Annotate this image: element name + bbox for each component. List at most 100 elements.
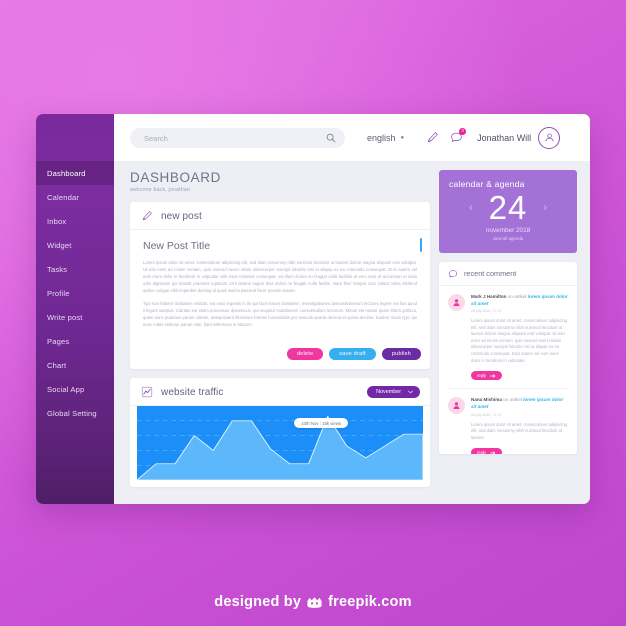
calendar-month-year: november 2018 <box>485 226 531 234</box>
sidebar-item-inbox[interactable]: Inbox <box>36 209 114 233</box>
avatar <box>448 397 465 415</box>
new-post-card: new post New Post Title Lorem ipsum dolo… <box>130 202 430 370</box>
search-box <box>130 128 345 148</box>
message-icon[interactable]: 3 <box>450 128 467 144</box>
arrow-right-icon <box>490 451 496 454</box>
calendar-day-row: ‹ 24 › <box>449 190 567 226</box>
reply-label: reply <box>477 373 487 379</box>
sidebar: Dashboard Calendar Inbox Widget Tasks Pr… <box>36 114 114 504</box>
chevron-down-icon <box>408 390 413 394</box>
sidebar-item-label: Profile <box>47 288 70 298</box>
user-icon <box>545 133 554 142</box>
month-dropdown-value: November <box>376 389 401 396</box>
sidebar-item-global-setting[interactable]: Global Setting <box>36 401 114 425</box>
page-title: DASHBOARD <box>130 170 221 185</box>
sidebar-item-social-app[interactable]: Social App <box>36 377 114 401</box>
publish-button[interactable]: publish <box>381 348 421 361</box>
new-post-card-header: new post <box>130 202 430 230</box>
sidebar-item-calendar[interactable]: Calendar <box>36 185 114 209</box>
message-badge: 3 <box>459 128 467 135</box>
recent-comment-header: recent comment <box>439 262 577 286</box>
scrollbar-thumb[interactable] <box>419 238 422 252</box>
website-traffic-card: website traffic November 10th Nov: 15k … <box>130 378 430 488</box>
pencil-icon <box>142 211 152 221</box>
next-month-icon[interactable]: › <box>543 202 547 214</box>
sidebar-item-label: Chart <box>47 360 67 370</box>
delete-button[interactable]: delete <box>286 348 324 361</box>
content-region: DASHBOARD welcome back, jonathan new pos… <box>114 161 590 504</box>
comment-heading: Nana Mishima on artikel lorem ipsum dolo… <box>471 397 568 411</box>
post-actions: delete save draft publish <box>130 343 430 369</box>
chart-tooltip: 10th Nov : 15k views <box>294 418 348 429</box>
reply-label: reply <box>477 450 487 454</box>
sidebar-item-tasks[interactable]: Tasks <box>36 257 114 281</box>
post-paragraph: Typi non habent claritatem insitam; est … <box>143 301 417 328</box>
footer-text-after: freepik.com <box>328 594 412 610</box>
sidebar-item-dashboard[interactable]: Dashboard <box>36 161 114 185</box>
username-label[interactable]: Jonathan Will <box>477 133 531 143</box>
recent-comment-title: recent comment <box>464 269 517 279</box>
chevron-down-icon: ● <box>400 134 405 141</box>
language-selector[interactable]: english ● <box>367 133 404 143</box>
save-draft-button[interactable]: save draft <box>329 348 376 361</box>
avatar[interactable] <box>538 126 561 149</box>
chart-area-series <box>137 416 423 481</box>
sidebar-item-label: Dashboard <box>47 168 86 178</box>
pencil-icon[interactable] <box>426 131 439 144</box>
page-header: DASHBOARD welcome back, jonathan <box>114 161 430 202</box>
app-window: Dashboard Calendar Inbox Widget Tasks Pr… <box>36 114 590 504</box>
prev-month-icon[interactable]: ‹ <box>469 202 473 214</box>
comment-body: Nana Mishima on artikel lorem ipsum dolo… <box>471 397 568 454</box>
sidebar-item-label: Pages <box>47 336 70 346</box>
sidebar-item-label: Inbox <box>47 216 67 226</box>
avatar <box>448 293 465 311</box>
reply-button[interactable]: reply <box>471 371 503 381</box>
sidebar-item-label: Calendar <box>47 192 80 202</box>
page-subtitle: welcome back, jonathan <box>130 187 191 193</box>
comment-icon <box>448 269 458 278</box>
view-all-agenda-link[interactable]: view all agenda <box>449 236 567 241</box>
post-paragraph: Lorem ipsum dolor sit amet, consectetuer… <box>143 260 417 294</box>
month-dropdown[interactable]: November <box>367 386 420 399</box>
comment-body: Mark J Hamilton on artikel lorem ipsum d… <box>471 294 568 383</box>
sidebar-item-label: Widget <box>47 240 72 250</box>
post-title-field[interactable]: New Post Title <box>143 240 417 252</box>
traffic-title-label: website traffic <box>161 386 224 398</box>
topbar-icons: 3 <box>426 128 467 144</box>
comment-date: 05 july 2018, 17:12 <box>471 412 502 417</box>
sidebar-item-write-post[interactable]: Write post <box>36 305 114 329</box>
comment-text: Lorem ipsum dolor sit amet, consectetuer… <box>471 421 567 440</box>
new-post-body: New Post Title Lorem ipsum dolor sit ame… <box>130 230 430 343</box>
comment-text: Lorem ipsum dolor sit amet, consectetuer… <box>471 317 567 363</box>
comment-author[interactable]: Mark J Hamilton <box>471 294 506 299</box>
comment-item: Mark J Hamilton on artikel lorem ipsum d… <box>439 286 577 389</box>
comment-author[interactable]: Nana Mishima <box>471 397 502 402</box>
language-label: english <box>367 132 396 143</box>
chart-svg <box>137 416 423 481</box>
sidebar-item-label: Tasks <box>47 264 68 274</box>
sidebar-item-widget[interactable]: Widget <box>36 233 114 257</box>
sidebar-item-pages[interactable]: Pages <box>36 329 114 353</box>
traffic-chart: 10th Nov : 15k views <box>137 406 423 481</box>
sidebar-item-label: Social App <box>47 384 85 394</box>
comment-on-text: on artikel <box>507 293 527 299</box>
sidebar-item-label: Write post <box>47 312 83 322</box>
reply-button[interactable]: reply <box>471 448 503 454</box>
main-area: english ● 3 Jonathan Will <box>114 114 590 504</box>
search-input[interactable] <box>130 128 345 148</box>
sidebar-item-label: Global Setting <box>47 408 97 418</box>
arrow-right-icon <box>490 374 496 378</box>
footer-credit: designed by freepik.com <box>0 594 626 610</box>
calendar-agenda-card: calendar & agenda ‹ 24 › november 2018 v… <box>439 170 577 253</box>
sidebar-item-profile[interactable]: Profile <box>36 281 114 305</box>
user-icon <box>453 402 460 410</box>
freepik-logo-icon <box>307 596 322 608</box>
user-icon <box>453 298 460 306</box>
calendar-title: calendar & agenda <box>449 179 525 189</box>
top-bar: english ● 3 Jonathan Will <box>114 114 590 161</box>
right-column: calendar & agenda ‹ 24 › november 2018 v… <box>430 161 590 504</box>
comment-date: 25 july 2018, 17:12 <box>471 308 502 313</box>
sidebar-item-chart[interactable]: Chart <box>36 353 114 377</box>
traffic-card-header: website traffic November <box>130 378 430 407</box>
comment-item: Nana Mishima on artikel lorem ipsum dolo… <box>439 389 577 454</box>
